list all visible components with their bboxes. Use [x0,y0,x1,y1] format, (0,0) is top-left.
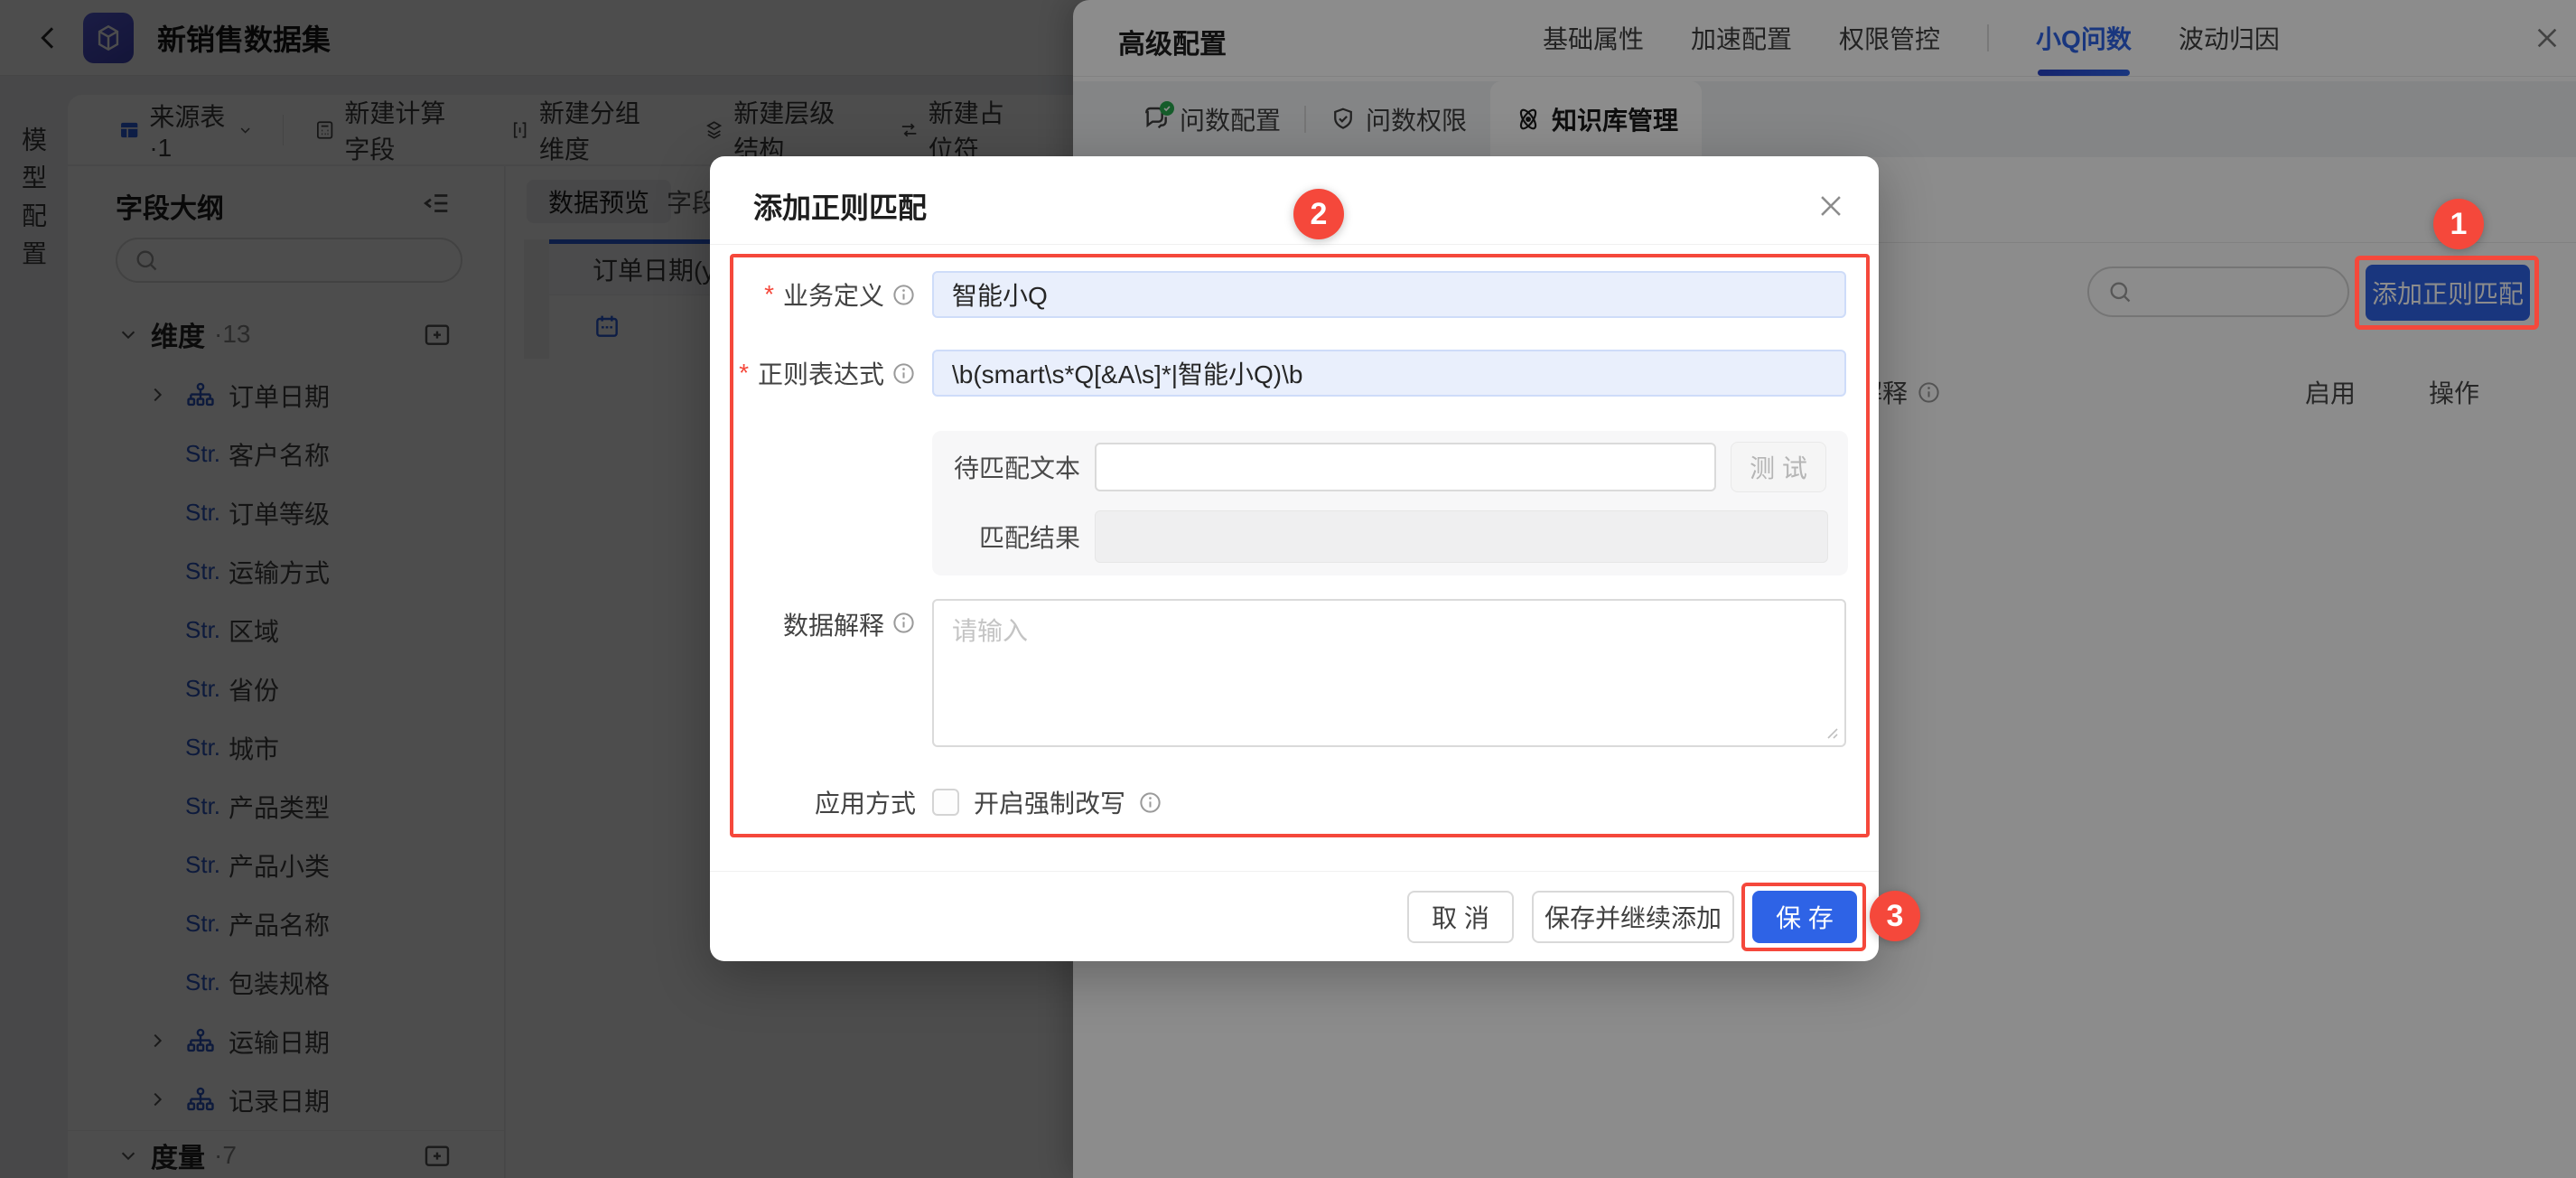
modal-header-divider [710,244,1879,245]
annotation-badge-3: 3 [1870,891,1920,941]
cancel-button[interactable]: 取 消 [1407,891,1514,943]
modal-close-button[interactable] [1815,191,1846,221]
annotation-rect-add-button [2355,256,2539,330]
screen: 新销售数据集 模型配置 来源表 ·1 新建计算字段 新建分组维度 新建层级结构 [0,0,2576,1178]
annotation-rect-save [1741,883,1866,951]
modal-title: 添加正则匹配 [753,185,927,227]
modal-footer-divider [710,871,1879,872]
annotation-badge-2: 2 [1293,189,1344,239]
annotation-rect-form [730,254,1870,837]
annotation-badge-1: 1 [2433,199,2484,249]
save-and-continue-button[interactable]: 保存并继续添加 [1532,891,1734,943]
close-icon [1815,191,1846,221]
